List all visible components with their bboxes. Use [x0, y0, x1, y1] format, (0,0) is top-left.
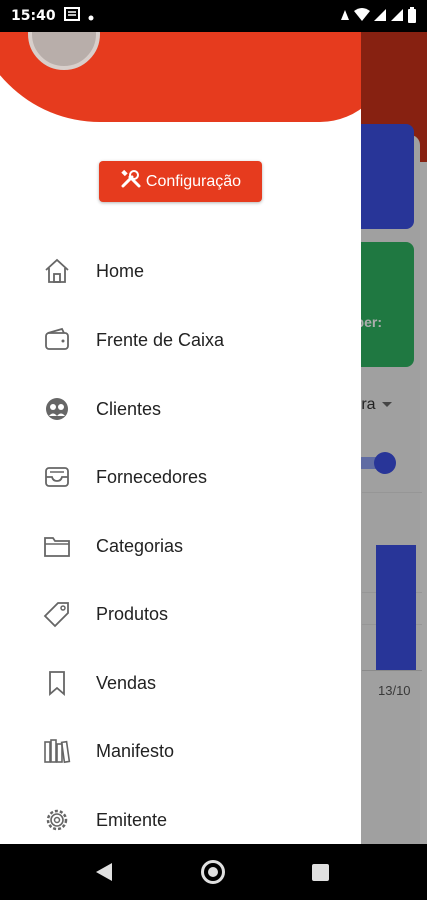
menu-label: Manifesto [96, 740, 175, 761]
menu-item-manifesto[interactable]: Manifesto [0, 723, 361, 779]
menu-item-categorias[interactable]: Categorias [0, 518, 361, 574]
vibrate-icon [339, 8, 351, 26]
home-button-icon[interactable] [201, 860, 225, 884]
tools-icon [120, 169, 142, 194]
clients-icon [42, 394, 72, 424]
menu-item-emitente[interactable]: Emitente [0, 792, 361, 844]
status-bar: 15:40 [0, 0, 427, 32]
navigation-drawer: Configuração Home Frente de Caixa Client… [0, 32, 361, 844]
notification-icon [63, 7, 80, 25]
configuration-button[interactable]: Configuração [99, 161, 262, 202]
home-icon [42, 256, 72, 286]
menu-label: Categorias [96, 535, 184, 556]
menu-item-home[interactable]: Home [0, 243, 361, 299]
status-time: 15:40 [11, 8, 56, 24]
gear-icon [42, 805, 72, 835]
wifi-icon [354, 8, 370, 26]
back-icon[interactable] [96, 863, 112, 881]
menu-item-frente-de-caixa[interactable]: Frente de Caixa [0, 312, 361, 368]
menu-item-fornecedores[interactable]: Fornecedores [0, 449, 361, 505]
dot-icon [88, 8, 94, 25]
menu-label: Home [96, 260, 145, 281]
menu-label: Produtos [96, 603, 169, 624]
inbox-icon [42, 462, 72, 492]
system-nav-bar [0, 844, 427, 900]
battery-icon [407, 7, 417, 27]
menu-label: Clientes [96, 398, 162, 419]
signal-2-icon [390, 8, 404, 26]
menu-label: Emitente [96, 809, 168, 830]
wallet-icon [42, 325, 72, 355]
tag-icon [42, 599, 72, 629]
menu-item-clientes[interactable]: Clientes [0, 381, 361, 437]
menu-item-produtos[interactable]: Produtos [0, 586, 361, 642]
folder-icon [42, 531, 72, 561]
menu-label: Fornecedores [96, 466, 208, 487]
books-icon [42, 736, 72, 766]
bookmark-icon [42, 668, 72, 698]
configuration-label: Configuração [145, 172, 242, 190]
menu-item-vendas[interactable]: Vendas [0, 655, 361, 711]
signal-icon [373, 8, 387, 26]
menu-label: Vendas [96, 672, 157, 693]
menu-label: Frente de Caixa [96, 329, 225, 350]
recents-icon[interactable] [312, 864, 329, 881]
